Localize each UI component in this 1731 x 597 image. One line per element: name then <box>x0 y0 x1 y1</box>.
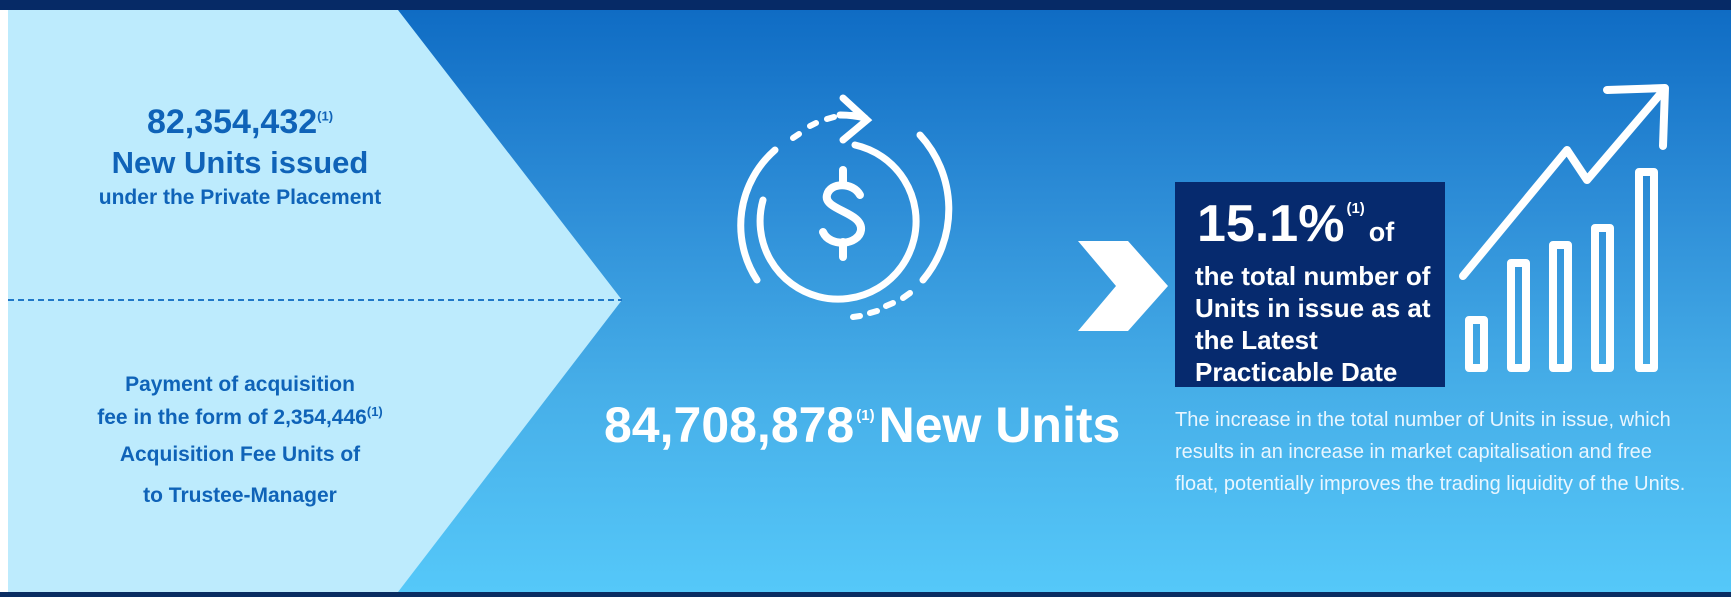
acquisition-fee-line3: Acquisition Fee Units of <box>119 443 361 466</box>
percentage-description: the total number of Units in issue as at… <box>1195 261 1431 387</box>
new-units-label: New Units <box>878 397 1121 453</box>
private-placement-block: 82,354,432(1) New Units issued under the… <box>40 102 440 212</box>
dollar-cycle-icon <box>737 94 953 320</box>
acquisition-fee-line2: fee in the form of 2,354,446(1) <box>97 404 383 429</box>
acquisition-fee-line1: Payment of acquisition <box>125 373 355 396</box>
private-placement-label: under the Private Placement <box>98 186 382 209</box>
acquisition-fee-line4: to Trustee-Manager <box>143 484 337 507</box>
footnote-marker: (1) <box>856 407 875 424</box>
percentage-value: 15.1% (1)of <box>1197 195 1395 253</box>
footnote-marker: (1) <box>317 108 334 124</box>
percentage-stat-box: 15.1% (1)of the total number of Units in … <box>1175 182 1445 387</box>
footnote-marker: (1) <box>1346 200 1365 217</box>
infographic-panel: 82,354,432(1) New Units issued under the… <box>0 0 1731 597</box>
liquidity-paragraph: The increase in the total number of Unit… <box>1175 409 1686 495</box>
footnote-marker: (1) <box>366 404 383 419</box>
chevron-right-icon <box>1078 241 1168 331</box>
new-units-issued-label: New Units issued <box>111 145 369 180</box>
growth-chart-icon <box>1459 84 1669 372</box>
total-new-units: 84,708,878 (1)New Units <box>604 395 1120 455</box>
private-placement-units: 82,354,432(1) <box>146 103 334 141</box>
total-new-units-number: 84,708,878 <box>604 397 855 453</box>
acquisition-fee-block: Payment of acquisition fee in the form o… <box>40 368 440 516</box>
